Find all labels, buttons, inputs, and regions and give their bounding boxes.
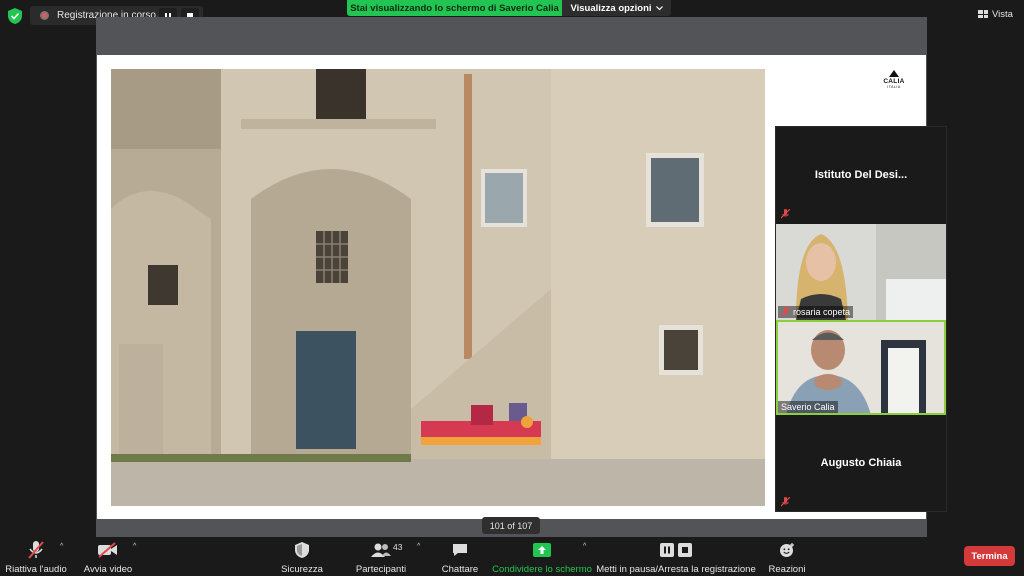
unmute-audio-button[interactable]: Riattiva l'audio	[5, 537, 67, 576]
security-shield-icon[interactable]	[8, 8, 22, 24]
participant-label: rosaria copeta	[778, 306, 854, 318]
mic-muted-icon	[781, 209, 790, 219]
start-video-button[interactable]: Avvia video	[82, 537, 134, 576]
participants-count: 43	[393, 542, 403, 552]
chat-bubble-icon	[452, 541, 468, 559]
mic-muted-icon	[28, 541, 44, 559]
participant-tile-saverio[interactable]: Saverio Calia	[776, 320, 946, 415]
video-off-icon	[97, 541, 119, 559]
view-label: Vista	[992, 8, 1013, 20]
share-screen-button[interactable]: Condividere lo schermo	[492, 537, 592, 576]
participant-name: rosaria copeta	[793, 307, 851, 317]
participants-icon	[371, 541, 391, 559]
participants-video-panel: Istituto Del Desi... rosaria copeta Save…	[775, 126, 947, 512]
share-options-caret-icon[interactable]: ^	[583, 543, 586, 550]
logo-name: CALIA	[883, 78, 905, 85]
participant-name: Istituto Del Desi...	[814, 169, 908, 181]
gallery-grid-icon	[978, 10, 988, 18]
chat-label: Chattare	[441, 564, 479, 575]
calia-italia-logo: CALIA ITALIA	[882, 70, 906, 89]
screen-share-banner: Stai visualizzando lo schermo di Saverio…	[347, 0, 562, 16]
share-screen-icon	[533, 541, 551, 559]
participant-name: Augusto Chiaia	[820, 457, 902, 469]
reactions-label: Reazioni	[768, 564, 806, 575]
security-button[interactable]: Sicurezza	[278, 537, 326, 576]
participant-tile-istituto[interactable]: Istituto Del Desi...	[776, 127, 946, 224]
view-options-label: Visualizza opzioni	[570, 2, 652, 14]
slide-page-counter: 101 of 107	[482, 517, 540, 534]
chat-button[interactable]: Chattare	[440, 537, 480, 576]
video-label: Avvia video	[83, 564, 133, 575]
participant-tile-augusto[interactable]: Augusto Chiaia	[776, 415, 946, 511]
calia-logo-mark-icon	[889, 70, 899, 77]
participant-name: Saverio Calia	[781, 402, 835, 412]
reactions-button[interactable]: Reazioni	[766, 537, 808, 576]
audio-label: Riattiva l'audio	[5, 564, 67, 575]
share-label: Condividere lo schermo	[492, 564, 592, 575]
smiley-reaction-icon	[779, 541, 795, 559]
view-button[interactable]: Vista	[978, 6, 1013, 22]
chevron-down-icon	[655, 5, 663, 10]
logo-subtitle: ITALIA	[887, 85, 901, 89]
slide-photo-stone-building	[111, 69, 765, 506]
security-label: Sicurezza	[281, 564, 323, 575]
audio-options-caret-icon[interactable]: ^	[60, 543, 63, 550]
zoom-meeting-window: Registrazione in corso... Stai visualizz…	[0, 0, 1024, 576]
recording-controls-icon	[660, 541, 692, 559]
mic-muted-icon	[781, 307, 790, 317]
record-label: Metti in pausa/Arresta la registrazione	[596, 564, 756, 575]
participant-label: Saverio Calia	[778, 401, 838, 413]
pause-stop-recording-button[interactable]: Metti in pausa/Arresta la registrazione	[596, 537, 756, 576]
participants-label: Partecipanti	[355, 564, 407, 575]
recording-dot-icon	[40, 11, 49, 20]
participant-tile-rosaria[interactable]: rosaria copeta	[776, 224, 946, 320]
meeting-toolbar: Riattiva l'audio ^ Avvia video ^ Sicurez…	[0, 537, 1024, 576]
participants-options-caret-icon[interactable]: ^	[417, 543, 420, 550]
end-meeting-button[interactable]: Termina	[964, 546, 1015, 566]
mic-muted-icon	[781, 497, 790, 507]
view-options-dropdown[interactable]: Visualizza opzioni	[562, 0, 671, 16]
video-options-caret-icon[interactable]: ^	[133, 543, 136, 550]
shield-icon	[295, 541, 309, 559]
